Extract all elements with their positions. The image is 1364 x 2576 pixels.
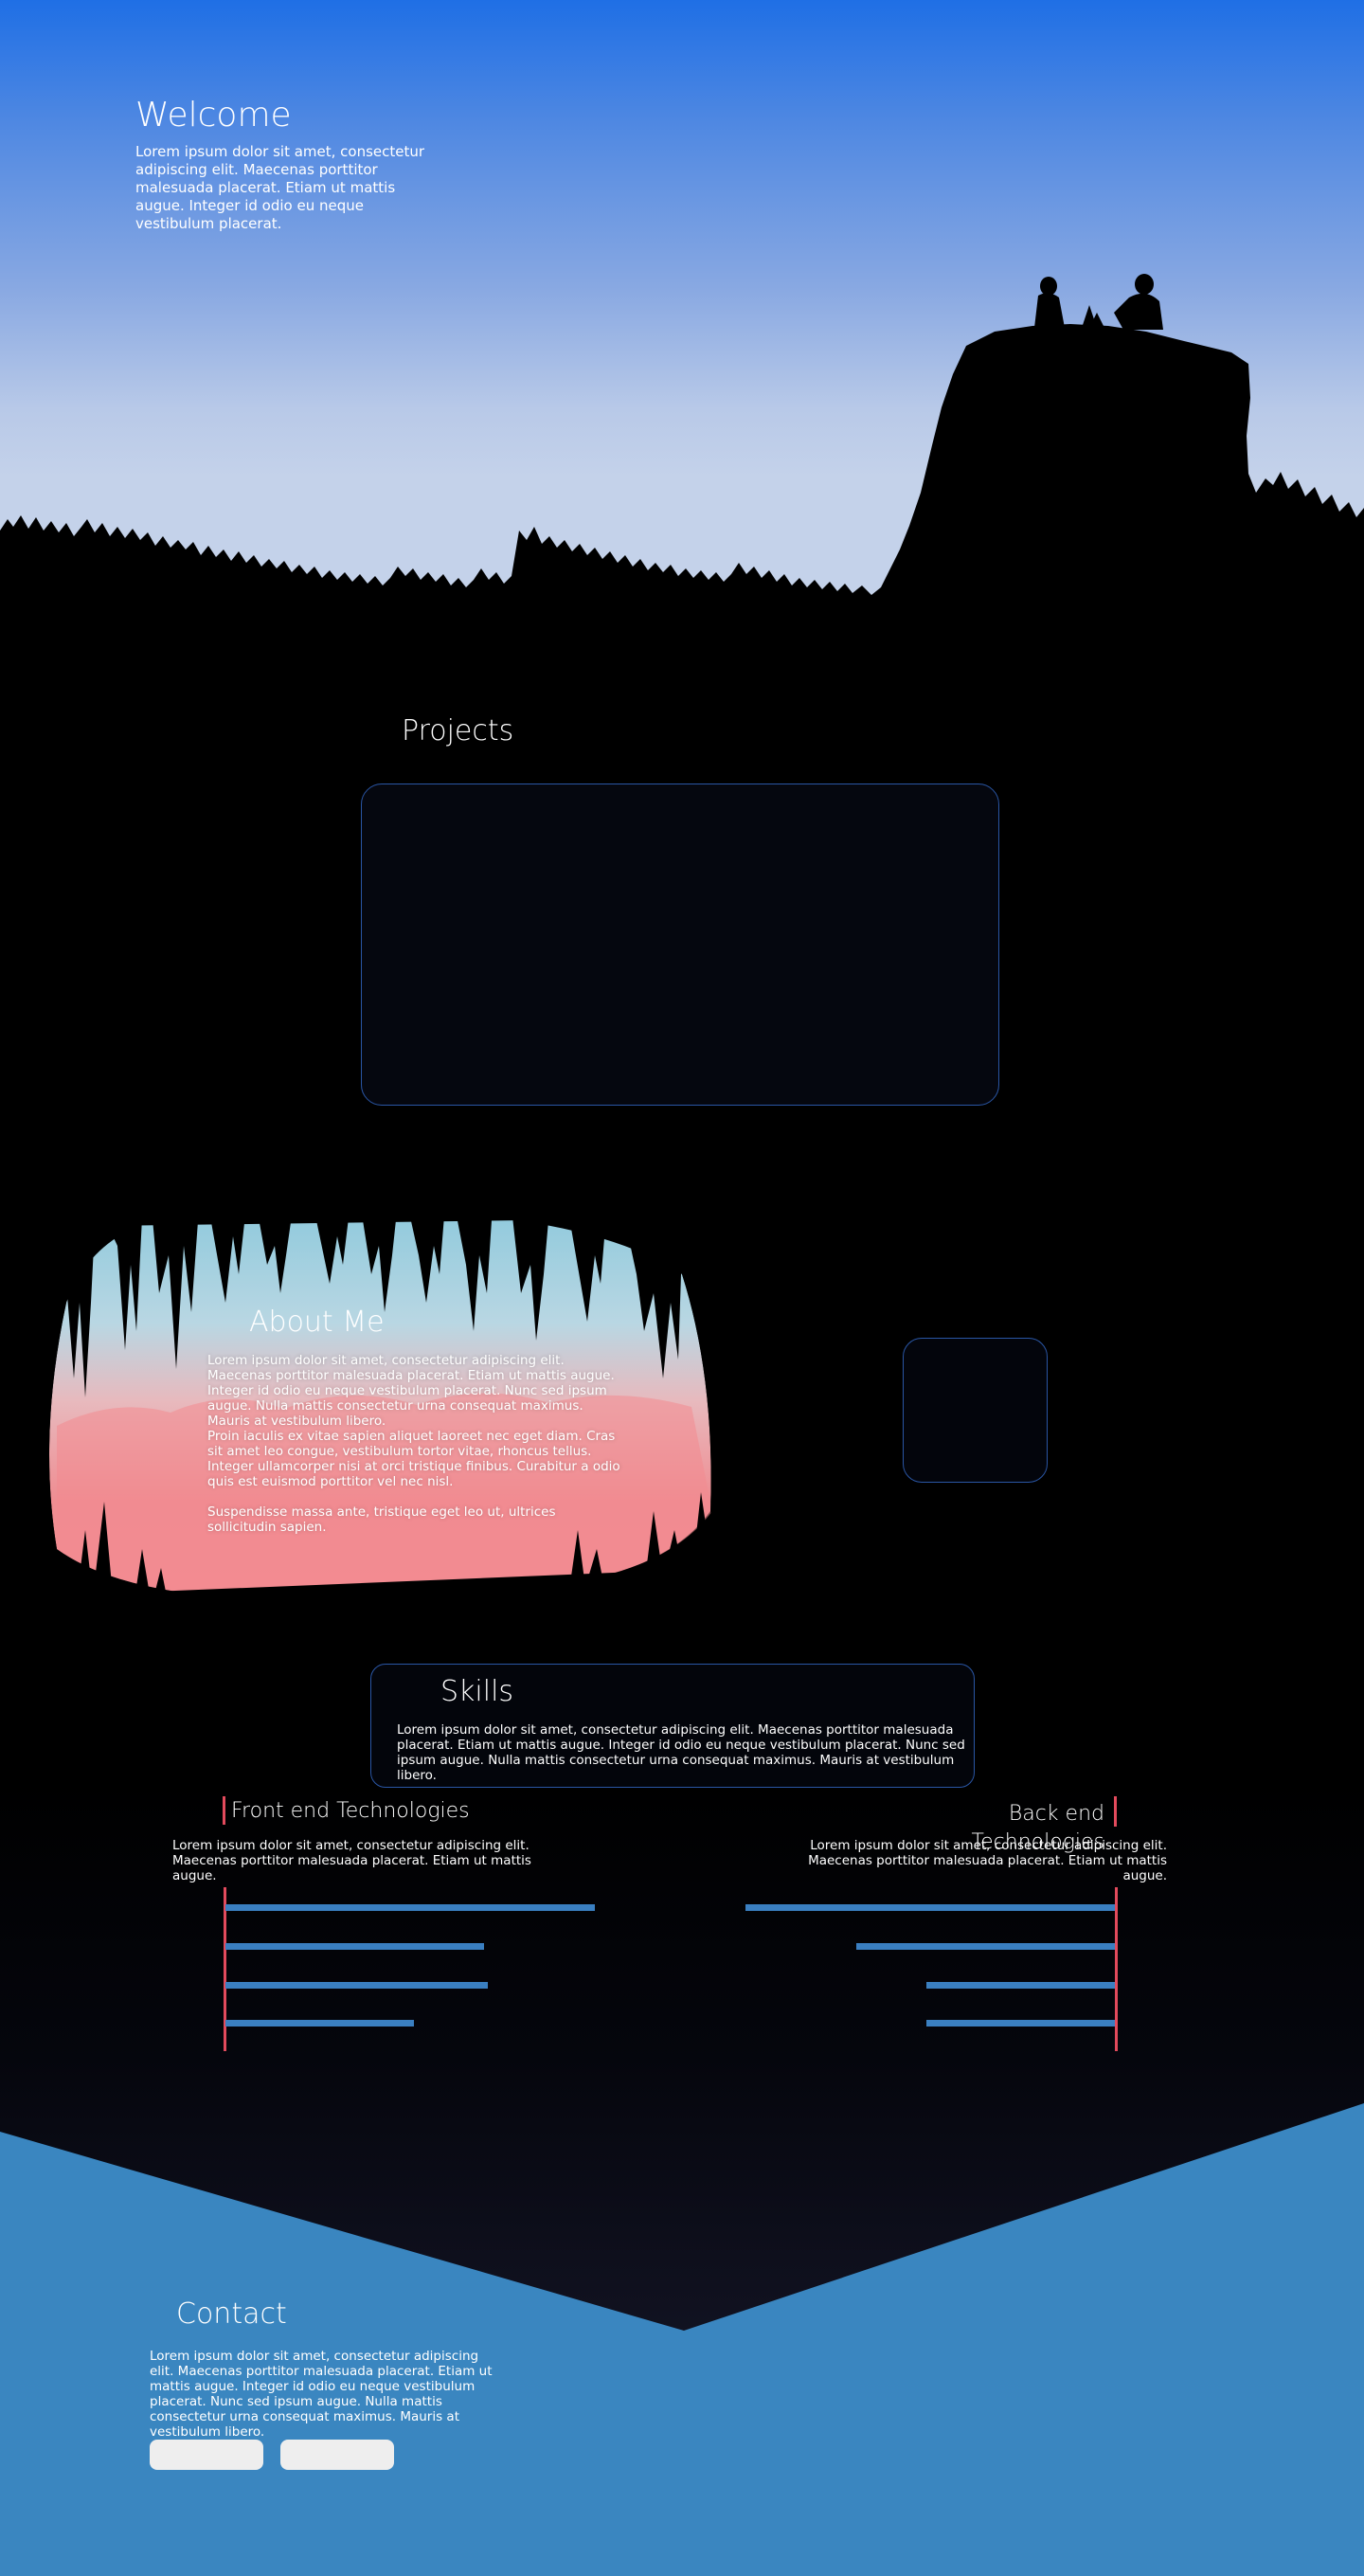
about-title: About Me	[249, 1306, 385, 1339]
contact-wave	[0, 2103, 1364, 2576]
contact-title: Contact	[176, 2297, 287, 2331]
front-end-title-marker	[223, 1796, 225, 1825]
back-end-title-marker	[1114, 1796, 1117, 1827]
contact-background	[0, 2103, 1364, 2576]
about-paragraph-1: Lorem ipsum dolor sit amet, consectetur …	[207, 1353, 615, 1429]
about-photo-card[interactable]	[903, 1338, 1048, 1483]
people-silhouettes	[1034, 274, 1163, 330]
treeline-silhouette	[0, 324, 1364, 682]
front-end-skill-bar	[225, 1904, 595, 1911]
welcome-title: Welcome	[135, 96, 292, 135]
about-paragraph-2: Proin iaculis ex vitae sapien aliquet la…	[207, 1429, 620, 1489]
contact-button-1[interactable]	[150, 2440, 263, 2470]
about-paragraph-3: Suspendisse massa ante, tristique eget l…	[207, 1504, 556, 1535]
contact-text: Lorem ipsum dolor sit amet, consectetur …	[150, 2349, 493, 2440]
projects-card[interactable]	[361, 784, 999, 1106]
contact-button-2[interactable]	[280, 2440, 394, 2470]
skills-text: Lorem ipsum dolor sit amet, consectetur …	[397, 1722, 965, 1783]
back-end-skill-bar	[745, 1904, 1115, 1911]
skills-title: Skills	[440, 1675, 514, 1708]
hero-section: Welcome Lorem ipsum dolor sit amet, cons…	[0, 0, 1364, 682]
front-end-title: Front end Technologies	[231, 1799, 470, 1823]
projects-title: Projects	[402, 714, 514, 748]
welcome-text: Lorem ipsum dolor sit amet, consectetur …	[135, 143, 425, 232]
